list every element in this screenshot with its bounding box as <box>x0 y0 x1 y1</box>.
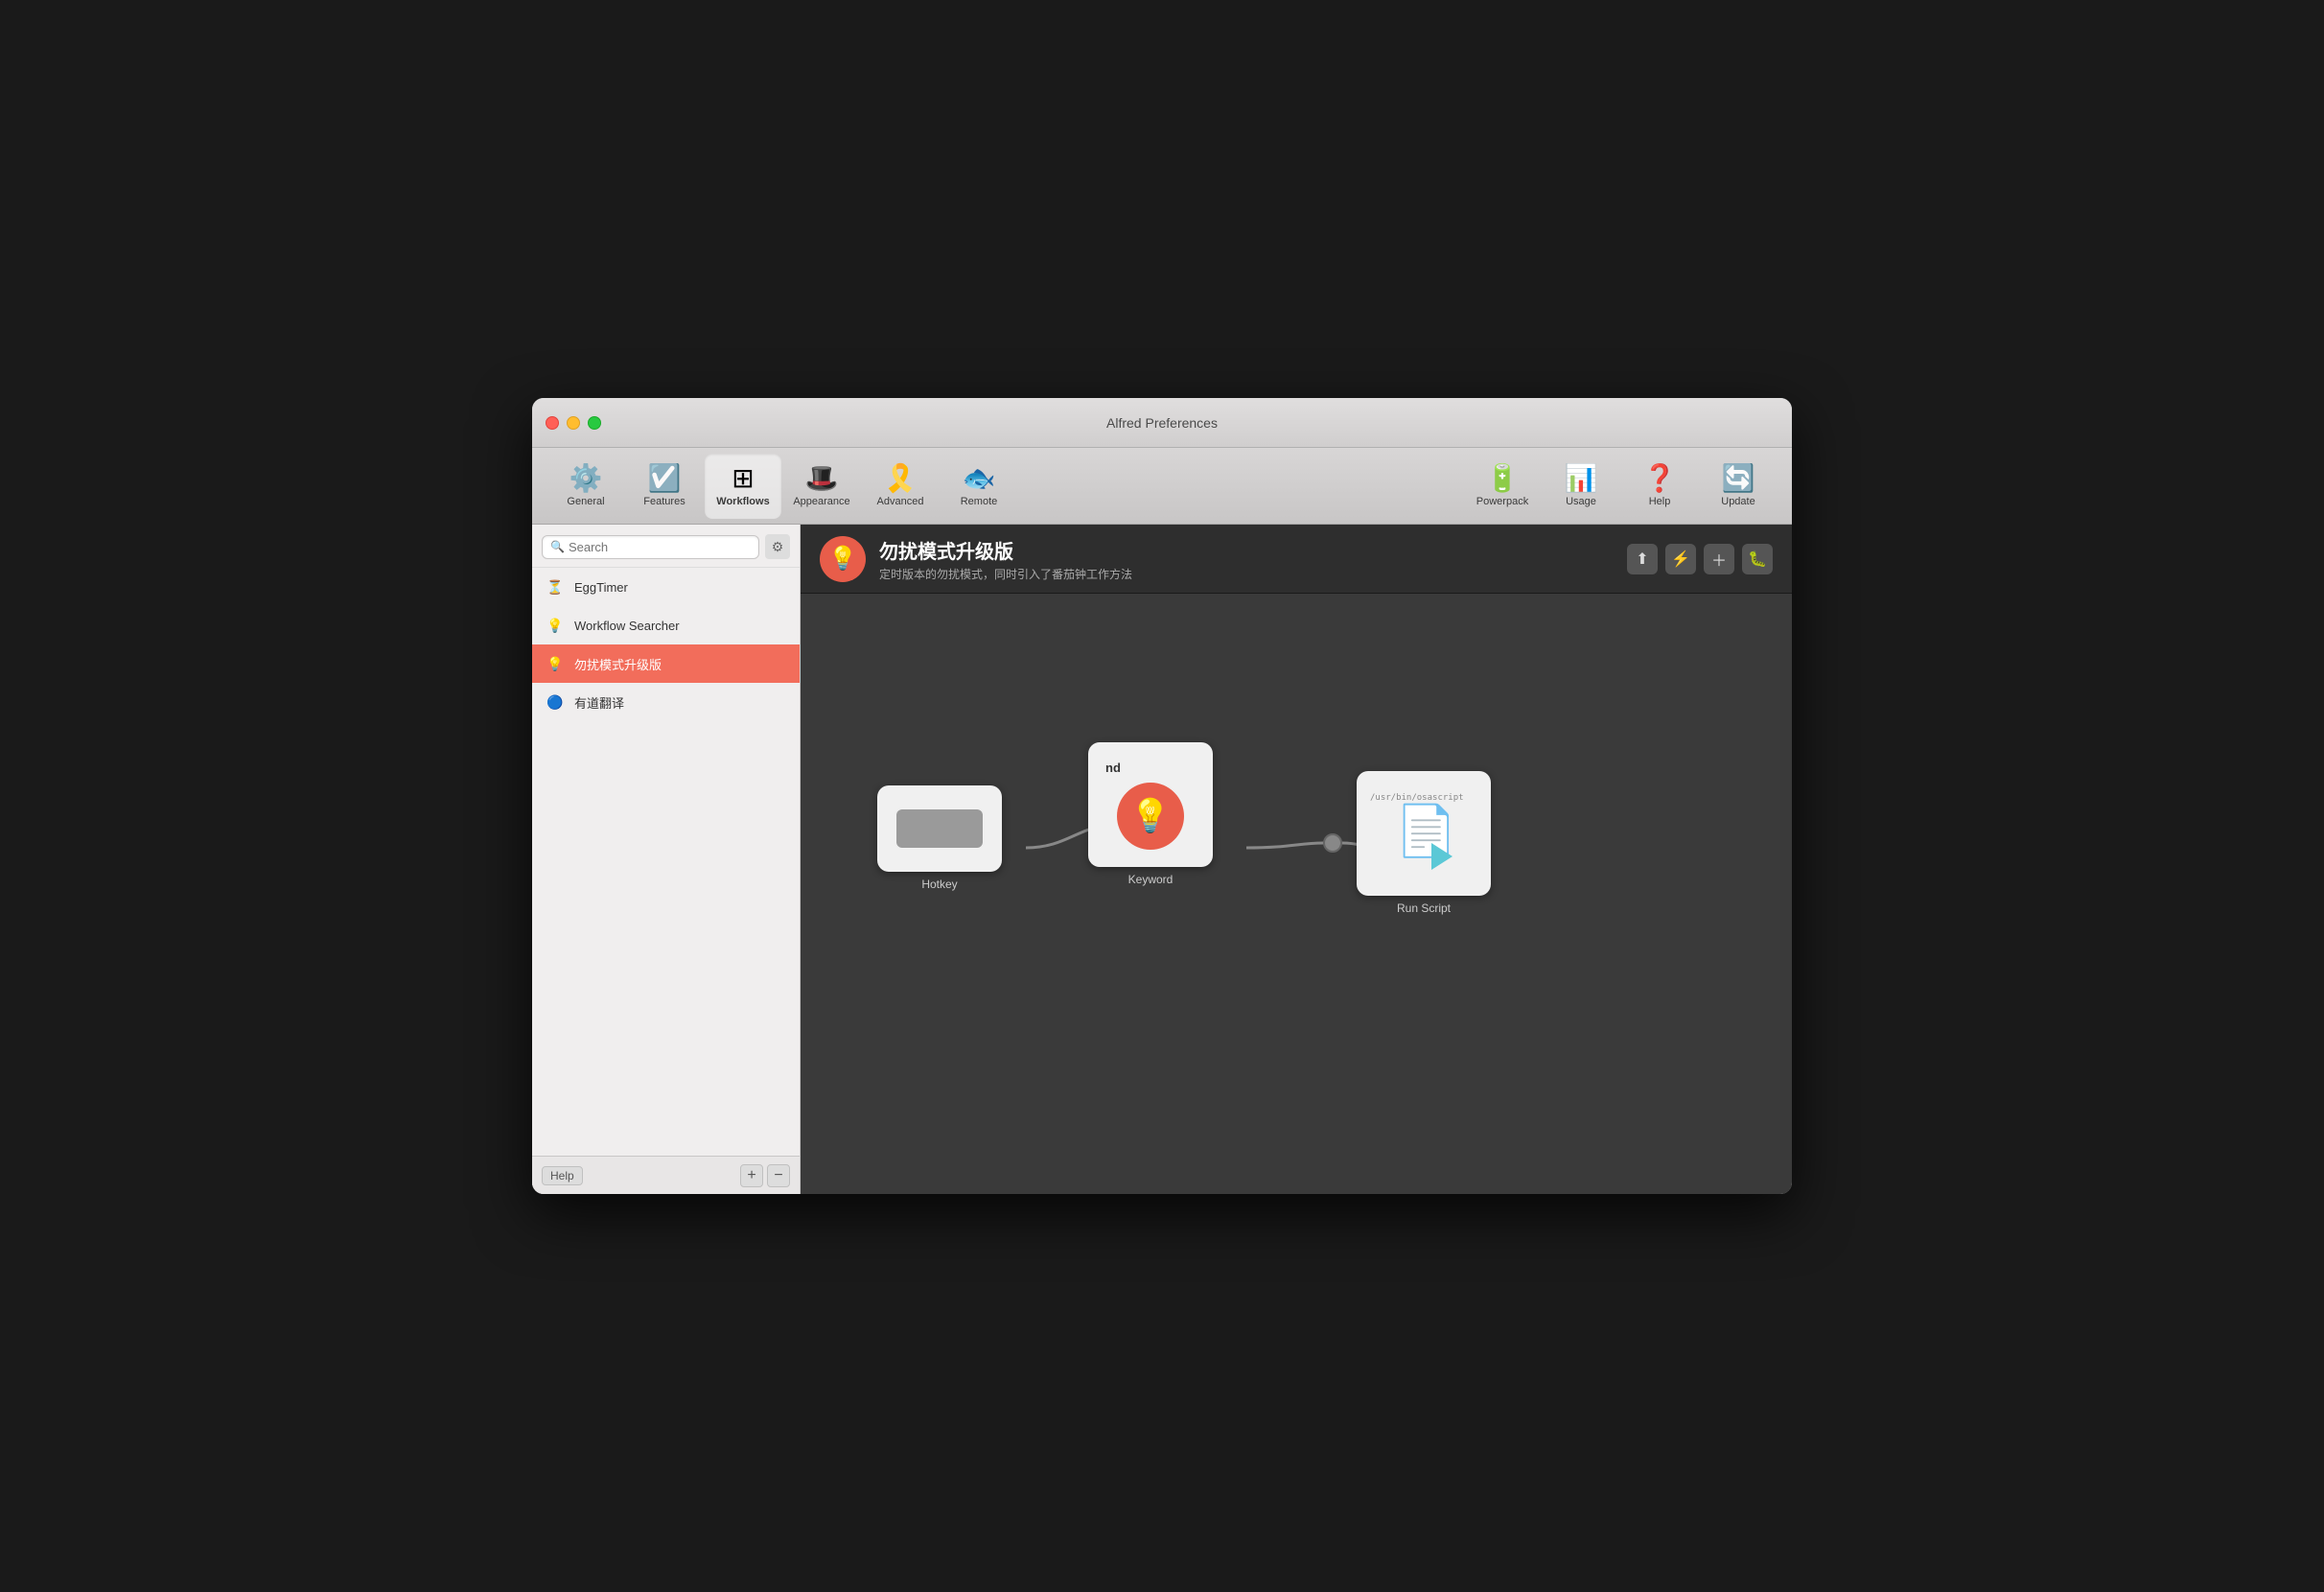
connections-svg <box>801 594 1792 1194</box>
sidebar: 🔍 ⚙ ⏳ EggTimer 💡 Workflow Searcher 💡 勿扰模… <box>532 525 801 1194</box>
help-button[interactable]: Help <box>542 1166 583 1185</box>
script-node-label: Run Script <box>1397 901 1451 915</box>
hotkey-node[interactable]: Hotkey <box>877 785 1002 891</box>
general-label: General <box>567 496 604 507</box>
toolbar-item-workflows[interactable]: ⊞ Workflows <box>705 454 781 519</box>
toolbar-item-advanced[interactable]: 🎗️ Advanced <box>862 454 939 519</box>
keyword-node-label: Keyword <box>1128 873 1174 886</box>
appearance-icon: 🎩 <box>805 465 839 492</box>
main-content: 🔍 ⚙ ⏳ EggTimer 💡 Workflow Searcher 💡 勿扰模… <box>532 525 1792 1194</box>
workflow-item-eggtimer[interactable]: ⏳ EggTimer <box>532 568 800 606</box>
search-bar: 🔍 ⚙ <box>532 525 800 568</box>
canvas-area: 💡 勿扰模式升级版 定时版本的勿扰模式，同时引入了番茄钟工作方法 ⬆ ⚡ ＋ 🐛 <box>801 525 1792 1194</box>
update-icon: 🔄 <box>1722 465 1755 492</box>
youdao-name: 有道翻译 <box>574 693 624 712</box>
search-input[interactable] <box>569 540 751 554</box>
hotkey-node-label: Hotkey <box>921 878 957 891</box>
searcher-icon: 💡 <box>544 614 567 637</box>
debug-button[interactable]: ⚡ <box>1665 544 1696 574</box>
bug-button[interactable]: 🐛 <box>1742 544 1773 574</box>
canvas-header: 💡 勿扰模式升级版 定时版本的勿扰模式，同时引入了番茄钟工作方法 ⬆ ⚡ ＋ 🐛 <box>801 525 1792 594</box>
eggtimer-icon: ⏳ <box>544 575 567 598</box>
export-button[interactable]: ⬆ <box>1627 544 1658 574</box>
keyword-node[interactable]: nd 💡 Keyword <box>1088 742 1213 886</box>
focus-icon: 💡 <box>544 652 567 675</box>
help-label: Help <box>1649 496 1671 507</box>
minimize-button[interactable] <box>567 416 580 430</box>
remote-icon: 🐟 <box>963 465 996 492</box>
toolbar-item-general[interactable]: ⚙️ General <box>547 454 624 519</box>
script-node[interactable]: /usr/bin/osascript 📄 Run Script <box>1357 771 1491 915</box>
keyword-icon-circle: 💡 <box>1117 783 1184 850</box>
canvas-header-actions: ⬆ ⚡ ＋ 🐛 <box>1627 544 1773 574</box>
keyword-node-box: nd 💡 <box>1088 742 1213 867</box>
eggtimer-name: EggTimer <box>574 580 628 595</box>
script-icon-wrapper: 📄 <box>1395 807 1452 874</box>
powerpack-icon: 🔋 <box>1486 465 1520 492</box>
workflows-icon: ⊞ <box>732 465 754 492</box>
script-play-icon <box>1431 843 1452 870</box>
toolbar: ⚙️ General ☑️ Features ⊞ Workflows 🎩 App… <box>532 448 1792 525</box>
add-button[interactable]: ＋ <box>1704 544 1734 574</box>
sidebar-footer: Help + − <box>532 1156 800 1194</box>
toolbar-item-remote[interactable]: 🐟 Remote <box>941 454 1017 519</box>
hotkey-node-box <box>877 785 1002 872</box>
toolbar-item-help[interactable]: ❓ Help <box>1621 454 1698 519</box>
canvas-subtitle: 定时版本的勿扰模式，同时引入了番茄钟工作方法 <box>879 566 1614 582</box>
workflows-label: Workflows <box>716 496 769 507</box>
search-icon: 🔍 <box>550 540 565 553</box>
maximize-button[interactable] <box>588 416 601 430</box>
features-icon: ☑️ <box>648 465 682 492</box>
update-label: Update <box>1721 496 1755 507</box>
toolbar-right: 🔋 Powerpack 📊 Usage ❓ Help 🔄 Update <box>1464 454 1777 519</box>
usage-label: Usage <box>1566 496 1596 507</box>
usage-icon: 📊 <box>1565 465 1598 492</box>
search-input-wrapper[interactable]: 🔍 <box>542 535 759 559</box>
add-workflow-button[interactable]: + <box>740 1164 763 1187</box>
canvas-header-info: 勿扰模式升级版 定时版本的勿扰模式，同时引入了番茄钟工作方法 <box>879 536 1614 582</box>
remote-label: Remote <box>961 496 998 507</box>
searcher-name: Workflow Searcher <box>574 619 680 633</box>
youdao-icon: 🔵 <box>544 691 567 714</box>
window-title: Alfred Preferences <box>1106 415 1218 431</box>
script-node-box: /usr/bin/osascript 📄 <box>1357 771 1491 896</box>
toolbar-item-usage[interactable]: 📊 Usage <box>1543 454 1619 519</box>
workflow-item-searcher[interactable]: 💡 Workflow Searcher <box>532 606 800 644</box>
powerpack-label: Powerpack <box>1476 496 1528 507</box>
hotkey-key-display <box>896 809 983 848</box>
help-icon: ❓ <box>1643 465 1677 492</box>
workflow-item-youdao[interactable]: 🔵 有道翻译 <box>532 683 800 721</box>
features-label: Features <box>643 496 685 507</box>
workflow-list: ⏳ EggTimer 💡 Workflow Searcher 💡 勿扰模式升级版… <box>532 568 800 1156</box>
remove-workflow-button[interactable]: − <box>767 1164 790 1187</box>
toolbar-left: ⚙️ General ☑️ Features ⊞ Workflows 🎩 App… <box>547 454 1017 519</box>
script-path-label: /usr/bin/osascript <box>1366 793 1464 803</box>
canvas-header-icon: 💡 <box>820 536 866 582</box>
general-icon: ⚙️ <box>569 465 603 492</box>
toolbar-item-powerpack[interactable]: 🔋 Powerpack <box>1464 454 1541 519</box>
focus-name: 勿扰模式升级版 <box>574 655 662 673</box>
canvas-title: 勿扰模式升级版 <box>879 536 1614 564</box>
toolbar-item-appearance[interactable]: 🎩 Appearance <box>783 454 860 519</box>
traffic-lights <box>546 416 601 430</box>
settings-gear-button[interactable]: ⚙ <box>765 534 790 559</box>
toolbar-item-features[interactable]: ☑️ Features <box>626 454 703 519</box>
titlebar: Alfred Preferences <box>532 398 1792 448</box>
advanced-icon: 🎗️ <box>884 465 918 492</box>
main-window: Alfred Preferences ⚙️ General ☑️ Feature… <box>532 398 1792 1194</box>
toolbar-item-update[interactable]: 🔄 Update <box>1700 454 1777 519</box>
close-button[interactable] <box>546 416 559 430</box>
appearance-label: Appearance <box>793 496 849 507</box>
advanced-label: Advanced <box>877 496 924 507</box>
keyword-node-top-label: nd <box>1098 761 1121 775</box>
workflow-item-focus[interactable]: 💡 勿扰模式升级版 <box>532 644 800 683</box>
workflow-canvas[interactable]: Hotkey nd 💡 Keyword /usr/bin/osascript <box>801 594 1792 1194</box>
